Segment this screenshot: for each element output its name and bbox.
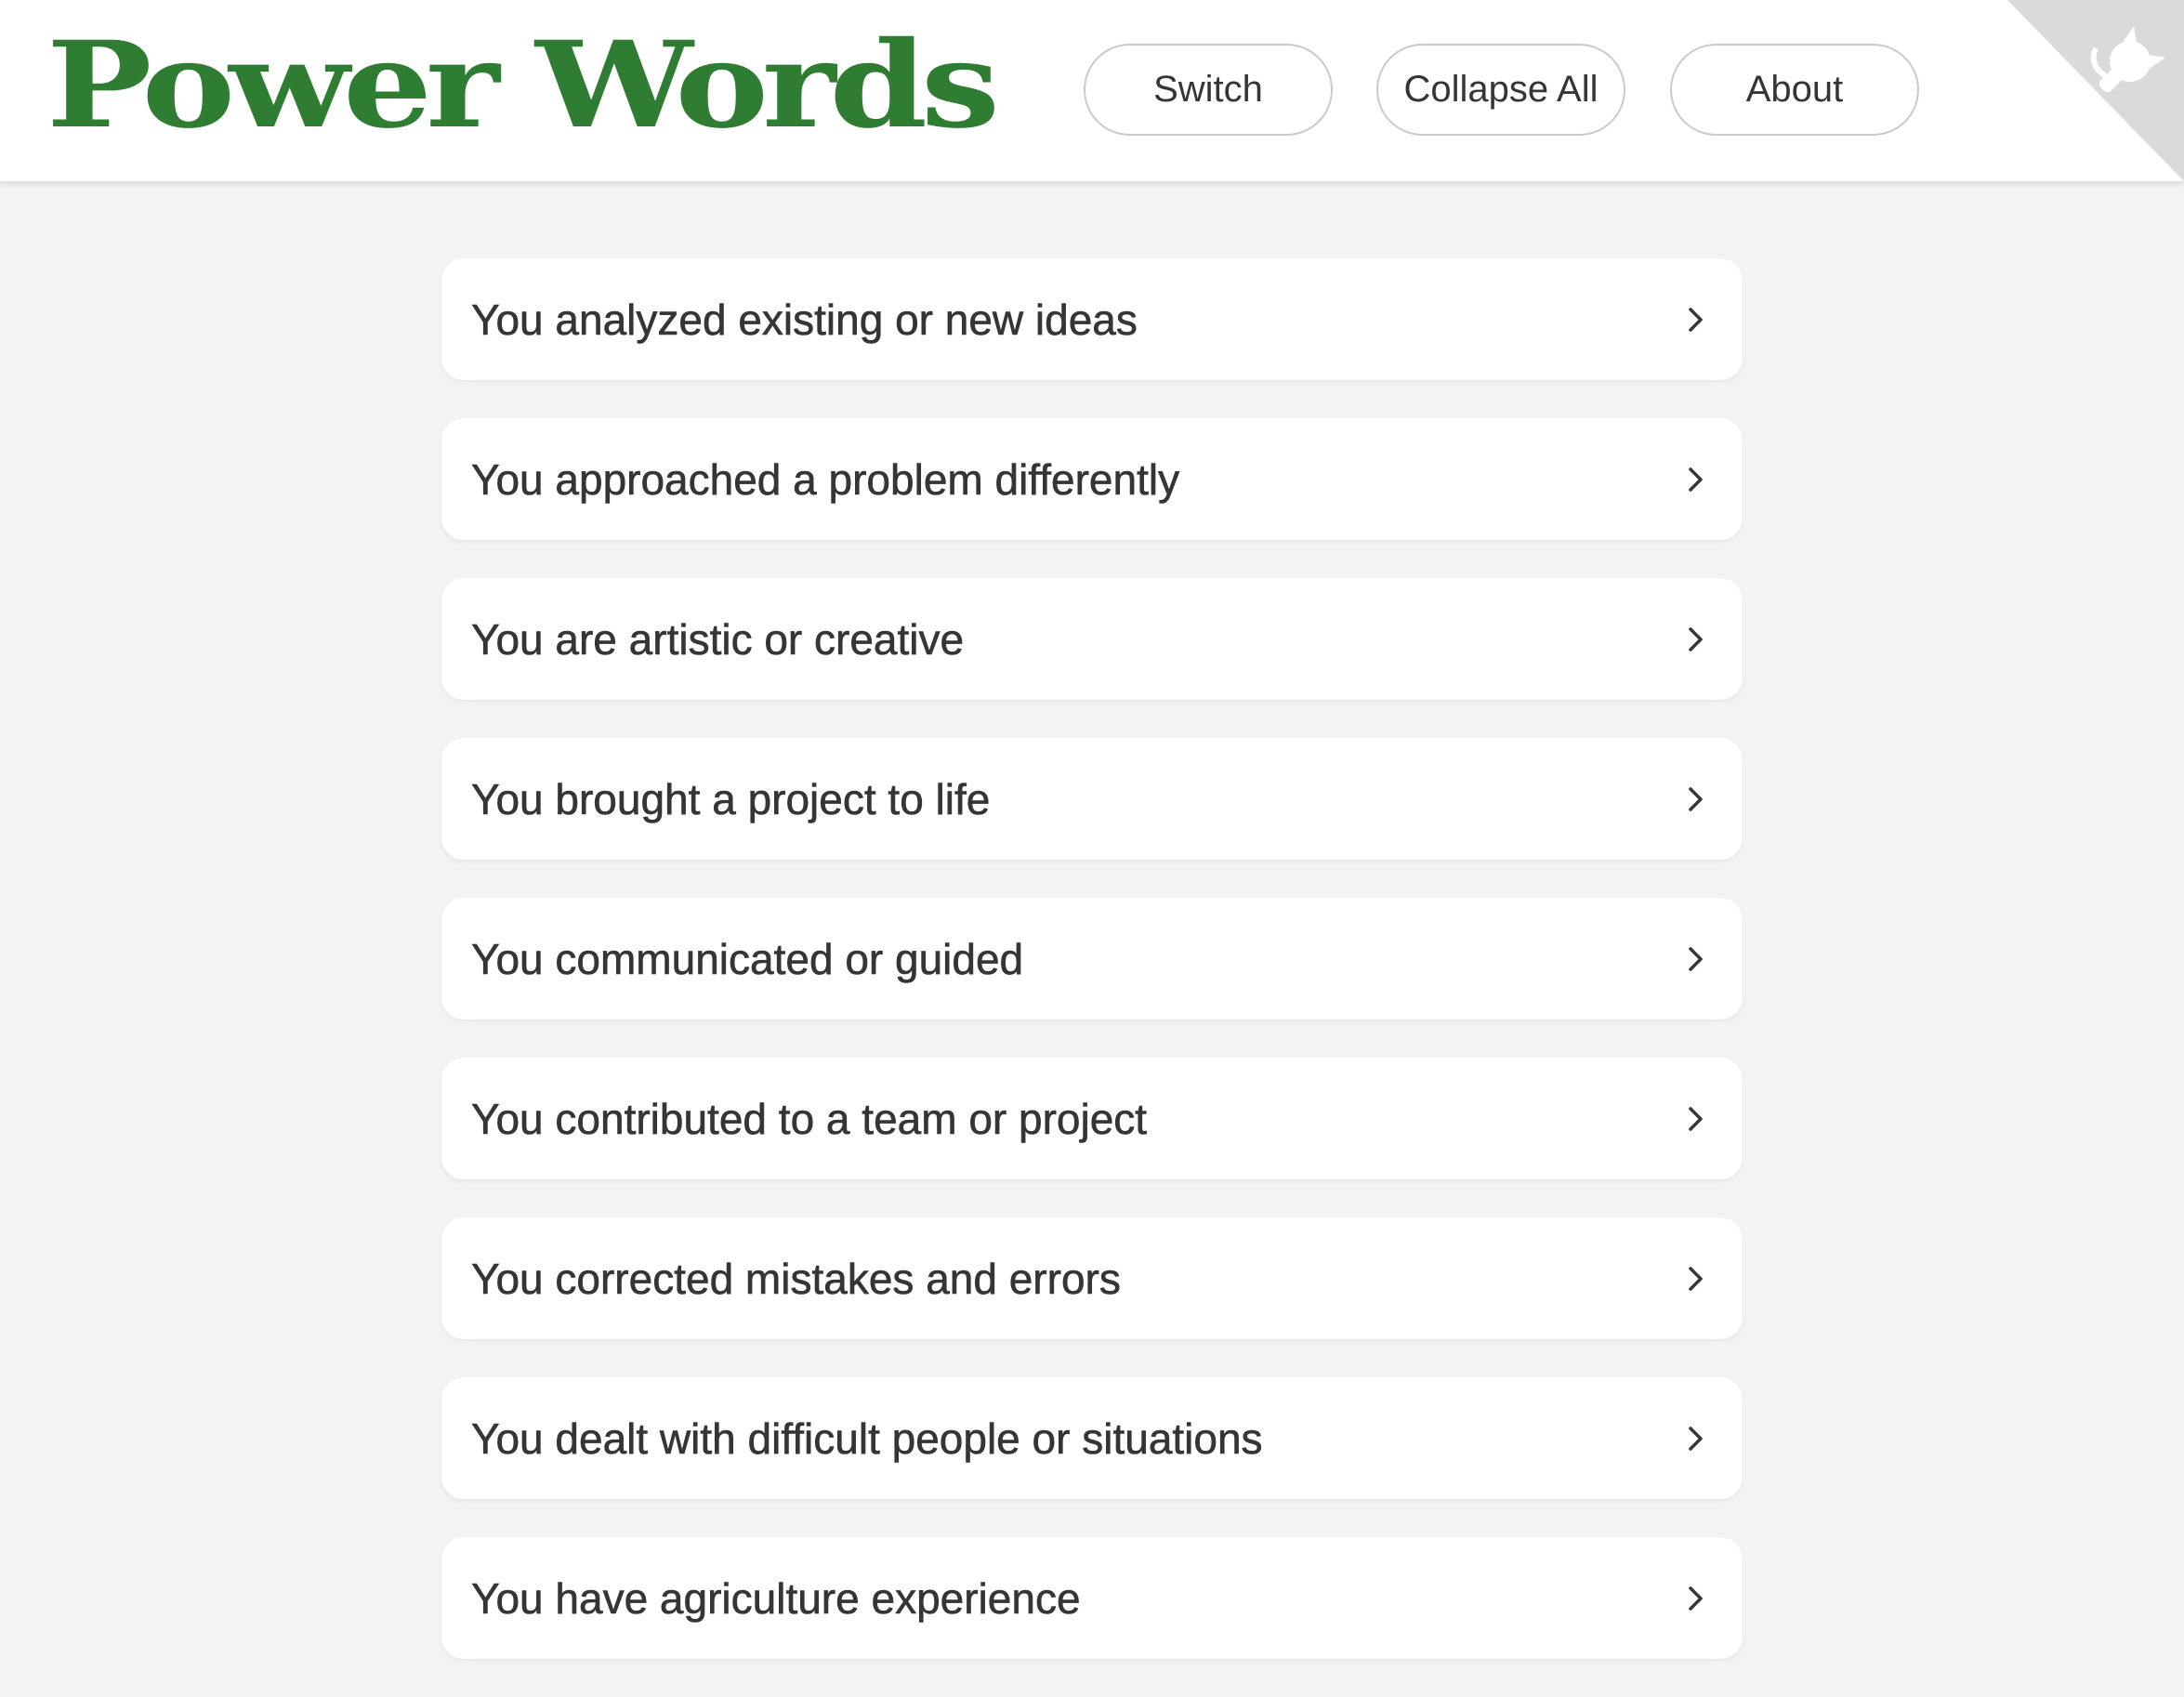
list-item[interactable]: You approached a problem differently (441, 418, 1743, 540)
chevron-right-icon (1689, 626, 1703, 651)
list-item-label: You brought a project to life (471, 774, 991, 823)
chevron-right-icon (1689, 1106, 1703, 1131)
list-item[interactable]: You communicated or guided (441, 898, 1743, 1020)
list-item-label: You contributed to a team or project (471, 1094, 1148, 1143)
list-item[interactable]: You dealt with difficult people or situa… (441, 1377, 1743, 1499)
github-corner-link[interactable] (2007, 0, 2184, 181)
chevron-right-icon (1689, 1585, 1703, 1611)
chevron-right-icon (1689, 1266, 1703, 1291)
list-item[interactable]: You contributed to a team or project (441, 1058, 1743, 1179)
about-button[interactable]: About (1670, 44, 1919, 136)
chevron-right-icon (1689, 946, 1703, 971)
list-item[interactable]: You have agriculture experience (441, 1537, 1743, 1659)
power-words-list: You analyzed existing or new ideas You a… (441, 258, 1743, 1697)
list-item-label: You have agriculture experience (471, 1573, 1081, 1623)
list-item[interactable]: You analyzed existing or new ideas (441, 258, 1743, 380)
list-item-label: You approached a problem differently (471, 454, 1180, 504)
list-item[interactable]: You corrected mistakes and errors (441, 1217, 1743, 1339)
switch-button[interactable]: Switch (1084, 44, 1333, 136)
list-item-label: You corrected mistakes and errors (471, 1254, 1121, 1303)
app-header: Power Words Switch Collapse All About (0, 0, 2184, 181)
app-logo[interactable]: Power Words (46, 20, 1000, 151)
chevron-right-icon (1689, 307, 1703, 332)
list-item[interactable]: You are artistic or creative (441, 578, 1743, 700)
chevron-right-icon (1689, 786, 1703, 811)
list-item-label: You are artistic or creative (471, 614, 965, 664)
collapse-all-button[interactable]: Collapse All (1376, 44, 1625, 136)
list-item-label: You communicated or guided (471, 934, 1024, 983)
chevron-right-icon (1689, 1426, 1703, 1451)
list-item-label: You dealt with difficult people or situa… (471, 1414, 1263, 1463)
list-item-label: You analyzed existing or new ideas (471, 295, 1138, 344)
chevron-right-icon (1689, 467, 1703, 492)
github-octocat-icon (2007, 0, 2184, 181)
list-item[interactable]: You brought a project to life (441, 738, 1743, 860)
